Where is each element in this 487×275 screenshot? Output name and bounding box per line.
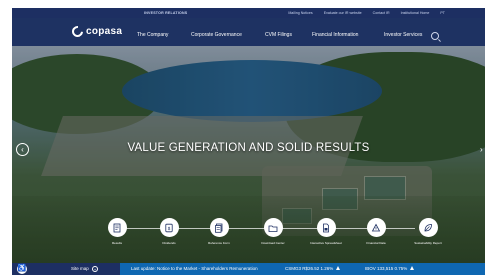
shortcut-financial-data[interactable]: Financial Data bbox=[350, 218, 402, 245]
csmg-quote-text: CSMG3 R$26.52 1.26% bbox=[285, 266, 334, 271]
svg-text:$: $ bbox=[168, 225, 171, 230]
arrow-up-icon bbox=[410, 266, 415, 270]
carousel-prev-icon[interactable]: ‹ bbox=[16, 143, 29, 156]
site-map-label: Site map bbox=[71, 266, 89, 272]
shortcut-label: Results bbox=[111, 241, 122, 245]
shortcut-reference-form[interactable]: Reference Form bbox=[193, 218, 245, 245]
shortcut-sustainability-report[interactable]: Sustainability Report bbox=[402, 218, 454, 245]
shortcut-label: Reference Form bbox=[208, 241, 230, 245]
leaf-icon bbox=[418, 218, 438, 237]
copasa-logo[interactable]: copasa bbox=[69, 23, 123, 40]
top-bar: INVESTOR RELATIONS Mailing Notices Evalu… bbox=[12, 8, 485, 18]
csmg-quote: CSMG3 R$26.52 1.26% bbox=[285, 266, 341, 271]
reference-form-icon bbox=[209, 218, 229, 237]
logo-wordmark: copasa bbox=[86, 26, 123, 37]
folder-icon bbox=[263, 218, 283, 237]
shortcut-label: Sustainability Report bbox=[414, 241, 442, 245]
ibov-quote-text: IBOV 133,515 0.75% bbox=[365, 266, 408, 271]
shortcut-download-center[interactable]: Download Center bbox=[247, 218, 299, 245]
financial-data-icon bbox=[366, 218, 386, 237]
footer-bar: ♿ Site map + Last update: Notice to the … bbox=[12, 263, 485, 275]
shortcut-label: Interactive Spreadsheet bbox=[310, 241, 342, 245]
carousel-next-icon[interactable]: › bbox=[480, 143, 485, 156]
evaluate-site-link[interactable]: Evaluate our IR website bbox=[324, 11, 362, 15]
main-nav: copasa The Company Corporate Governance … bbox=[12, 18, 485, 46]
ibov-quote: IBOV 133,515 0.75% bbox=[365, 266, 415, 271]
hero-banner: VALUE GENERATION AND SOLID RESULTS ‹ › R… bbox=[12, 46, 485, 263]
ticker-strip: Last update: Notice to the Market - Shar… bbox=[120, 263, 485, 275]
hero-headline: VALUE GENERATION AND SOLID RESULTS bbox=[127, 142, 370, 154]
investor-relations-page: INVESTOR RELATIONS Mailing Notices Evalu… bbox=[12, 8, 485, 275]
shortcut-dividends[interactable]: $ Dividends bbox=[143, 218, 195, 245]
shortcut-label: Download Center bbox=[261, 241, 285, 245]
results-icon bbox=[107, 218, 127, 237]
shortcut-label: Dividends bbox=[162, 241, 176, 245]
section-label: INVESTOR RELATIONS bbox=[144, 11, 188, 15]
shortcut-bar: Results $ Dividends Reference Form Downl… bbox=[12, 218, 485, 262]
dividends-icon: $ bbox=[159, 218, 179, 237]
logo-mark-icon bbox=[69, 23, 86, 40]
nav-menu: The Company Corporate Governance CVM Fil… bbox=[137, 32, 429, 38]
shortcut-interactive-spreadsheet[interactable]: Interactive Spreadsheet bbox=[300, 218, 352, 245]
expand-plus-icon: + bbox=[92, 266, 99, 272]
search-icon[interactable] bbox=[431, 32, 439, 40]
accessibility-icon[interactable]: ♿ bbox=[17, 264, 27, 274]
nav-item-financial-information[interactable]: Financial Information bbox=[312, 32, 384, 38]
spreadsheet-icon bbox=[316, 218, 336, 237]
contact-ir-link[interactable]: Contact IR bbox=[373, 11, 390, 15]
nav-item-the-company[interactable]: The Company bbox=[137, 32, 191, 38]
language-link[interactable]: PT bbox=[440, 11, 445, 15]
shortcut-results[interactable]: Results bbox=[91, 218, 143, 245]
arrow-up-icon bbox=[336, 266, 341, 270]
mailing-notices-link[interactable]: Mailing Notices bbox=[288, 11, 312, 15]
nav-item-corporate-governance[interactable]: Corporate Governance bbox=[191, 32, 265, 38]
institutional-home-link[interactable]: Institutional Home bbox=[401, 11, 430, 15]
last-update-link[interactable]: Last update: Notice to the Market - Shar… bbox=[131, 266, 258, 271]
site-map-toggle[interactable]: Site map + bbox=[71, 266, 99, 272]
top-links: Mailing Notices Evaluate our IR website … bbox=[288, 11, 445, 15]
nav-item-cvm-filings[interactable]: CVM Filings bbox=[265, 32, 312, 38]
shortcut-label: Financial Data bbox=[366, 241, 386, 245]
nav-item-investor-services[interactable]: Investor Services bbox=[384, 32, 429, 38]
